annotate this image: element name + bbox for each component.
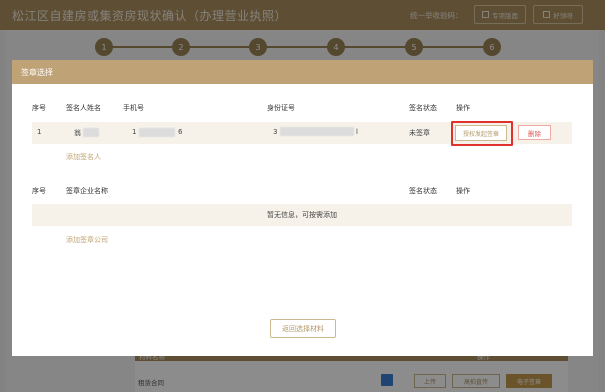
- add-company-link[interactable]: 添加签章公司: [66, 235, 108, 245]
- modal-header: 签章选择: [12, 60, 593, 84]
- delete-signer-button[interactable]: 删除: [518, 125, 551, 140]
- companies-empty-row: 暂无信息，可按需添加: [32, 204, 572, 226]
- signer-header-status: 签名状态: [409, 104, 437, 112]
- signer-name: 翁: [74, 129, 81, 137]
- signer-header-phone: 手机号: [123, 104, 144, 112]
- signer-header-name: 签名人姓名: [66, 104, 101, 112]
- name-mask: [83, 128, 99, 137]
- company-header-status: 签名状态: [409, 187, 437, 195]
- signer-index: 1: [37, 128, 42, 136]
- modal-title: 签章选择: [21, 68, 53, 77]
- signer-status: 未签章: [409, 129, 430, 137]
- company-header-name: 签章企业名称: [66, 187, 108, 195]
- authorize-seal-button[interactable]: 授权发起签章: [455, 125, 507, 141]
- signer-header-id: 身份证号: [267, 104, 295, 112]
- add-signer-link[interactable]: 添加签名人: [66, 152, 101, 162]
- signer-header-index: 序号: [32, 104, 46, 112]
- signer-header-operation: 操作: [456, 104, 470, 112]
- company-header-operation: 操作: [456, 187, 470, 195]
- signer-phone-start: 1: [132, 128, 137, 136]
- empty-text: 暂无信息，可按需添加: [267, 211, 337, 219]
- signer-id-end: l: [356, 128, 358, 136]
- signer-phone-end: 6: [178, 128, 183, 136]
- signer-id-start: 3: [273, 128, 278, 136]
- seal-select-modal: 签章选择 序号 签名人姓名 手机号 身份证号 签名状态 操作 1 翁 1 6 3…: [12, 60, 593, 356]
- phone-mask: [139, 128, 175, 137]
- company-header-index: 序号: [32, 187, 46, 195]
- return-to-materials-button[interactable]: 返回选择材料: [270, 319, 336, 338]
- id-mask: [280, 127, 354, 136]
